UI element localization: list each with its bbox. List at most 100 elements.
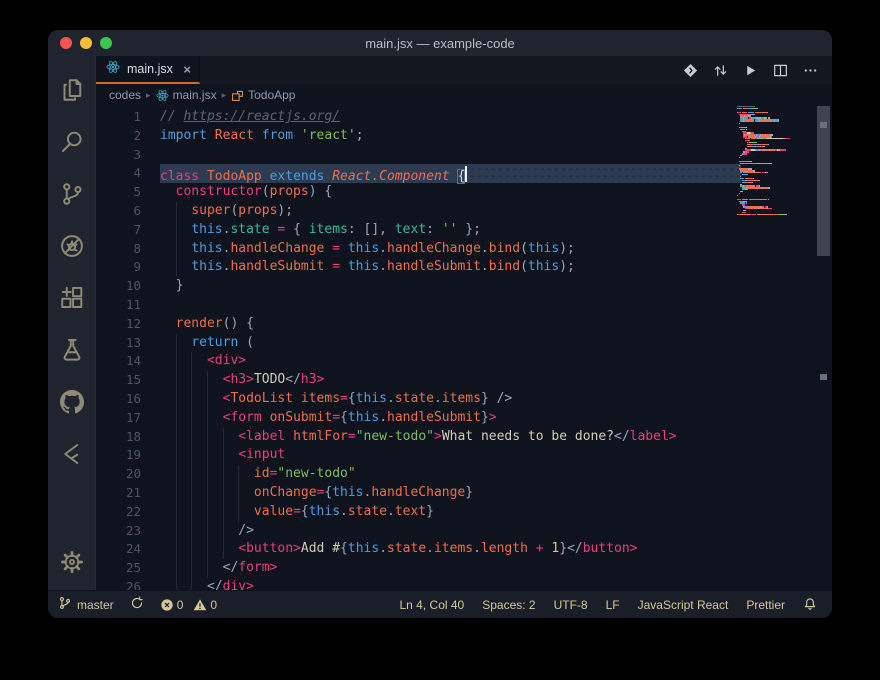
search-icon[interactable]	[48, 116, 96, 168]
line-number: 14	[96, 352, 141, 371]
code-line-25[interactable]: 25 </form>	[96, 559, 832, 578]
tab-close-icon[interactable]: ×	[183, 63, 191, 76]
status-ln-4-col-40[interactable]: Ln 4, Col 40	[400, 598, 465, 612]
code-line-2[interactable]: 2import React from 'react';	[96, 127, 832, 146]
code-line-18[interactable]: 18 <label htmlFor="new-todo">What needs …	[96, 428, 832, 447]
sync-status[interactable]	[130, 596, 144, 613]
run-code-icon[interactable]	[743, 63, 758, 78]
minimap[interactable]	[737, 106, 813, 216]
indent-guide	[207, 409, 208, 428]
code-line-24[interactable]: 24 <button>Add #{this.state.items.length…	[96, 540, 832, 559]
code-line-17[interactable]: 17 <form onSubmit={this.handleSubmit}>	[96, 409, 832, 428]
git-branch-status[interactable]: master	[58, 596, 114, 613]
line-number: 10	[96, 277, 141, 296]
code-line-12[interactable]: 12 render() {	[96, 315, 832, 334]
settings-gear-icon[interactable]	[48, 542, 96, 582]
notifications-bell-icon[interactable]	[803, 597, 818, 612]
code-line-15[interactable]: 15 <h3>TODO</h3>	[96, 371, 832, 390]
indent-guide	[191, 522, 192, 541]
code-line-22[interactable]: 22 value={this.state.text}	[96, 503, 832, 522]
warning-count: 0	[210, 598, 217, 612]
code-line-9[interactable]: 9 this.handleSubmit = this.handleSubmit.…	[96, 258, 832, 277]
code-line-14[interactable]: 14 <div>	[96, 352, 832, 371]
status-prettier[interactable]: Prettier	[746, 598, 785, 612]
indent-guide	[207, 540, 208, 559]
indent-guide	[223, 540, 224, 559]
code-line-23[interactable]: 23 />	[96, 522, 832, 541]
indent-guide	[176, 540, 177, 559]
status-lf[interactable]: LF	[606, 598, 620, 612]
line-number: 2	[96, 127, 141, 146]
react-file-icon	[106, 60, 120, 79]
scrollbar-thumb[interactable]	[817, 106, 830, 256]
indent-guide	[207, 428, 208, 447]
code-line-19[interactable]: 19 <input	[96, 446, 832, 465]
breadcrumb-separator-icon: ▸	[222, 90, 227, 101]
code-line-20[interactable]: 20 id="new-todo"	[96, 465, 832, 484]
tab-main-jsx[interactable]: main.jsx ×	[96, 56, 200, 84]
indent-guide	[238, 503, 239, 522]
code-line-13[interactable]: 13 return (	[96, 334, 832, 353]
prettier-format-icon[interactable]	[683, 63, 698, 78]
indent-guide	[207, 503, 208, 522]
indent-guide	[176, 522, 177, 541]
code-line-11[interactable]: 11	[96, 296, 832, 315]
code-line-3[interactable]: 3	[96, 146, 832, 165]
extensions-icon[interactable]	[48, 272, 96, 324]
code-editor[interactable]: 1// https://reactjs.org/2import React fr…	[96, 106, 832, 590]
warnings-icon	[193, 598, 206, 611]
overview-ruler-mark	[820, 122, 827, 128]
breadcrumb-item-codes[interactable]: codes	[109, 88, 141, 102]
source-control-icon[interactable]	[48, 168, 96, 220]
status-utf-8[interactable]: UTF-8	[554, 598, 588, 612]
breadcrumb-item-todoapp[interactable]: TodoApp	[231, 88, 295, 102]
code-line-7[interactable]: 7 this.state = { items: [], text: '' };	[96, 221, 832, 240]
indent-guide	[191, 503, 192, 522]
test-beaker-icon[interactable]	[48, 324, 96, 376]
status-javascript-react[interactable]: JavaScript React	[638, 598, 729, 612]
split-editor-icon[interactable]	[773, 63, 788, 78]
indent-guide	[176, 334, 177, 353]
indent-guide	[191, 371, 192, 390]
line-number: 6	[96, 202, 141, 221]
code-area[interactable]: 1// https://reactjs.org/2import React fr…	[96, 108, 832, 590]
indent-guide	[238, 465, 239, 484]
indent-guide	[176, 503, 177, 522]
code-line-26[interactable]: 26 </div>	[96, 578, 832, 590]
references-icon[interactable]	[48, 428, 96, 480]
code-line-6[interactable]: 6 super(props);	[96, 202, 832, 221]
tab-bar: main.jsx ×	[96, 56, 832, 84]
indent-guide	[207, 371, 208, 390]
line-number: 1	[96, 108, 141, 127]
code-line-1[interactable]: 1// https://reactjs.org/	[96, 108, 832, 127]
editor-actions	[683, 56, 832, 84]
code-line-4[interactable]: 4class TodoApp extends React.Component {	[96, 164, 832, 183]
debug-off-icon[interactable]	[48, 220, 96, 272]
more-actions-icon[interactable]	[803, 63, 818, 78]
code-line-10[interactable]: 10 }	[96, 277, 832, 296]
code-line-16[interactable]: 16 <TodoList items={this.state.items} />	[96, 390, 832, 409]
explorer-icon[interactable]	[48, 64, 96, 116]
close-window-button[interactable]	[60, 37, 72, 49]
code-line-8[interactable]: 8 this.handleChange = this.handleChange.…	[96, 240, 832, 259]
code-line-5[interactable]: 5 constructor(props) {	[96, 183, 832, 202]
indent-guide	[176, 390, 177, 409]
status-spaces-2[interactable]: Spaces: 2	[482, 598, 535, 612]
line-number: 24	[96, 540, 141, 559]
code-line-21[interactable]: 21 onChange={this.handleChange}	[96, 484, 832, 503]
indent-guide	[176, 221, 177, 240]
scrollbar[interactable]	[815, 106, 832, 590]
github-icon[interactable]	[48, 376, 96, 428]
line-number: 16	[96, 390, 141, 409]
indent-guide	[207, 465, 208, 484]
zoom-window-button[interactable]	[100, 37, 112, 49]
line-number: 26	[96, 578, 141, 590]
indent-guide	[176, 428, 177, 447]
minimize-window-button[interactable]	[80, 37, 92, 49]
problems-status[interactable]: 0 0	[160, 598, 217, 612]
compare-changes-icon[interactable]	[713, 63, 728, 78]
indent-guide	[176, 559, 177, 578]
indent-guide	[191, 578, 192, 590]
indent-guide	[191, 409, 192, 428]
breadcrumb-item-main-jsx[interactable]: main.jsx	[156, 88, 217, 102]
